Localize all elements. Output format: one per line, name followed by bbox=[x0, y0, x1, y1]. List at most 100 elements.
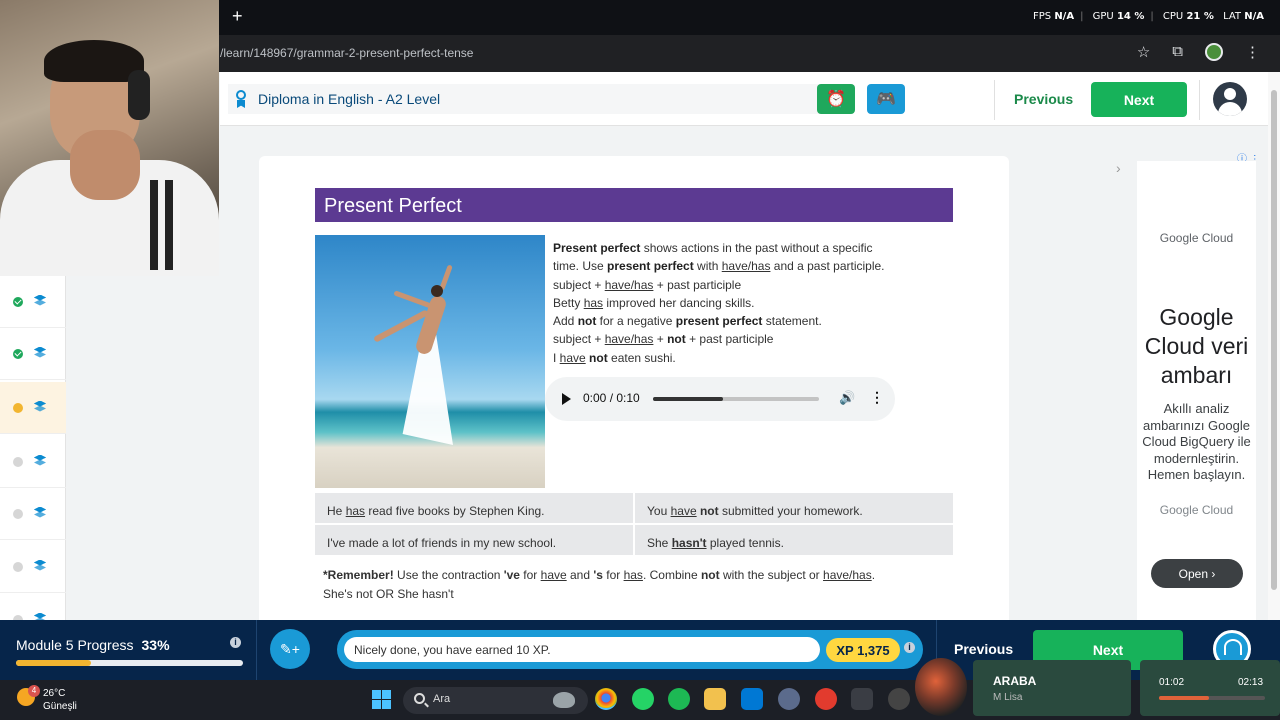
ad-body: Akıllı analiz ambarınızı Google Cloud Bi… bbox=[1142, 401, 1251, 482]
layers-icon bbox=[33, 559, 47, 574]
album-art bbox=[915, 658, 967, 716]
layers-icon bbox=[33, 346, 47, 361]
playback-current-time: 01:02 bbox=[1159, 677, 1185, 688]
layers-icon bbox=[33, 400, 47, 415]
weather-widget[interactable]: 26°C Güneşli bbox=[43, 687, 77, 713]
windows-start-icon[interactable] bbox=[372, 690, 391, 709]
info-icon[interactable]: i bbox=[230, 637, 241, 648]
sidebar-item-current[interactable] bbox=[0, 382, 66, 434]
whatsapp-icon[interactable] bbox=[632, 688, 654, 710]
search-placeholder: Ara bbox=[433, 693, 451, 705]
playback-progress-track[interactable] bbox=[1159, 696, 1265, 700]
profile-avatar-icon[interactable] bbox=[1205, 43, 1223, 61]
example-cell: I've made a lot of friends in my new sch… bbox=[315, 525, 633, 555]
ad-brand: Google Cloud bbox=[1159, 503, 1234, 517]
sidebar-item[interactable] bbox=[0, 276, 66, 328]
game-button[interactable]: 🎮 bbox=[867, 84, 905, 114]
chrome-icon[interactable] bbox=[595, 688, 617, 710]
scroll-thumb[interactable] bbox=[1271, 90, 1277, 590]
cpu-value: 21 % bbox=[1186, 11, 1214, 22]
previous-button[interactable]: Previous bbox=[1014, 91, 1073, 107]
sidebar-item[interactable] bbox=[0, 488, 66, 540]
sidebar-item[interactable] bbox=[0, 541, 66, 593]
divider bbox=[1199, 80, 1200, 120]
more-options-icon[interactable]: ⋮ bbox=[870, 389, 884, 406]
sidebar-item[interactable] bbox=[0, 436, 66, 488]
not-started-icon bbox=[13, 456, 23, 467]
audio-progress-fill bbox=[653, 397, 723, 401]
track-artist: M Lisa bbox=[993, 692, 1023, 703]
fps-label: FPS bbox=[1032, 11, 1052, 22]
ad-logo: Google Cloud bbox=[1159, 231, 1234, 245]
menu-kebab-icon[interactable]: ⋮ bbox=[1245, 43, 1260, 61]
example-cell: He has read five books by Stephen King. bbox=[315, 493, 633, 523]
ad-headline: Google Cloud veri ambarı bbox=[1144, 304, 1249, 388]
note-plus-icon: ✎+ bbox=[280, 640, 300, 657]
lesson-card: Present Perfect Present perfect shows ac… bbox=[259, 156, 1009, 626]
new-tab-button[interactable]: + bbox=[232, 6, 243, 27]
layers-icon bbox=[33, 454, 47, 469]
app-icon[interactable] bbox=[888, 688, 910, 710]
audio-time: 0:00 / 0:10 bbox=[583, 391, 640, 405]
app-icon[interactable] bbox=[778, 688, 800, 710]
next-button[interactable]: Next bbox=[1091, 82, 1187, 117]
in-progress-icon bbox=[13, 402, 23, 413]
gpu-value: 14 % bbox=[1116, 11, 1145, 22]
alarm-button[interactable]: ⏰ bbox=[817, 84, 855, 114]
lesson-sidebar bbox=[0, 276, 66, 646]
remember-note: *Remember! Use the contraction 've for h… bbox=[323, 568, 876, 601]
url-field[interactable]: /learn/148967/grammar-2-present-perfect-… bbox=[220, 46, 473, 60]
vscode-icon[interactable] bbox=[741, 688, 763, 710]
track-title: ARABA bbox=[993, 674, 1037, 688]
audio-player: 0:00 / 0:10 🔊 ⋮ bbox=[545, 377, 895, 421]
completed-check-icon bbox=[13, 296, 23, 307]
webcam-overlay bbox=[0, 0, 219, 276]
play-icon[interactable] bbox=[562, 393, 571, 405]
example-cell: You have not submitted your homework. bbox=[635, 493, 953, 523]
app-header: Diploma in English - A2 Level ⏰ 🎮 Previo… bbox=[220, 72, 1268, 126]
example-cell: She hasn't played tennis. bbox=[635, 525, 953, 555]
user-avatar-icon[interactable] bbox=[1213, 82, 1247, 116]
now-playing-widget[interactable]: ARABA M Lisa bbox=[973, 660, 1131, 716]
spotify-icon[interactable] bbox=[668, 688, 690, 710]
award-ribbon-icon bbox=[234, 90, 248, 108]
sidebar-item[interactable] bbox=[0, 328, 66, 380]
module-progress-label: Module 5 Progress 33% bbox=[16, 637, 170, 653]
search-highlight-icon bbox=[553, 692, 575, 708]
module-progress-track bbox=[16, 660, 243, 666]
course-title-bar[interactable]: Diploma in English - A2 Level bbox=[228, 84, 828, 114]
lesson-title: Present Perfect bbox=[315, 188, 953, 222]
module-progress-fill bbox=[16, 660, 91, 666]
layers-icon bbox=[33, 506, 47, 521]
not-started-icon bbox=[13, 508, 23, 519]
playback-time-widget: 01:02 02:13 bbox=[1140, 660, 1280, 716]
google-cloud-ad[interactable]: Google Cloud Google Cloud veri ambarı Ak… bbox=[1137, 161, 1256, 620]
notification-badge: 4 bbox=[28, 685, 40, 697]
audio-seek-bar[interactable] bbox=[653, 397, 819, 401]
page-scrollbar[interactable] bbox=[1268, 72, 1280, 620]
ad-open-button[interactable]: Open › bbox=[1151, 559, 1243, 588]
lat-label: LAT bbox=[1223, 11, 1242, 22]
xp-message-bar: Nicely done, you have earned 10 XP. XP 1… bbox=[337, 630, 923, 669]
xp-message: Nicely done, you have earned 10 XP. bbox=[344, 637, 820, 662]
fps-value: N/A bbox=[1054, 11, 1075, 22]
taskbar-search[interactable]: Ara bbox=[403, 687, 588, 714]
info-icon[interactable]: i bbox=[904, 642, 915, 653]
alarm-clock-icon: ⏰ bbox=[826, 91, 846, 108]
playback-progress-fill bbox=[1159, 696, 1209, 700]
chevron-right-icon[interactable]: › bbox=[1116, 160, 1121, 176]
performance-overlay: FPS N/A | GPU 14 % | CPU 21 % LAT N/A bbox=[1032, 11, 1264, 22]
completed-check-icon bbox=[13, 348, 23, 359]
volume-icon[interactable]: 🔊 bbox=[839, 390, 855, 406]
extensions-icon[interactable]: ⧉ bbox=[1172, 43, 1183, 61]
ea-app-icon[interactable] bbox=[815, 688, 837, 710]
epic-games-icon[interactable] bbox=[851, 688, 873, 710]
bookmark-star-icon[interactable]: ☆ bbox=[1137, 43, 1150, 61]
not-started-icon bbox=[13, 561, 23, 572]
footer-previous-button[interactable]: Previous bbox=[954, 641, 1013, 657]
gpu-label: GPU bbox=[1092, 11, 1114, 22]
add-note-button[interactable]: ✎+ bbox=[270, 629, 310, 669]
layers-icon bbox=[33, 294, 47, 309]
cpu-label: CPU bbox=[1162, 11, 1184, 22]
file-explorer-icon[interactable] bbox=[704, 688, 726, 710]
